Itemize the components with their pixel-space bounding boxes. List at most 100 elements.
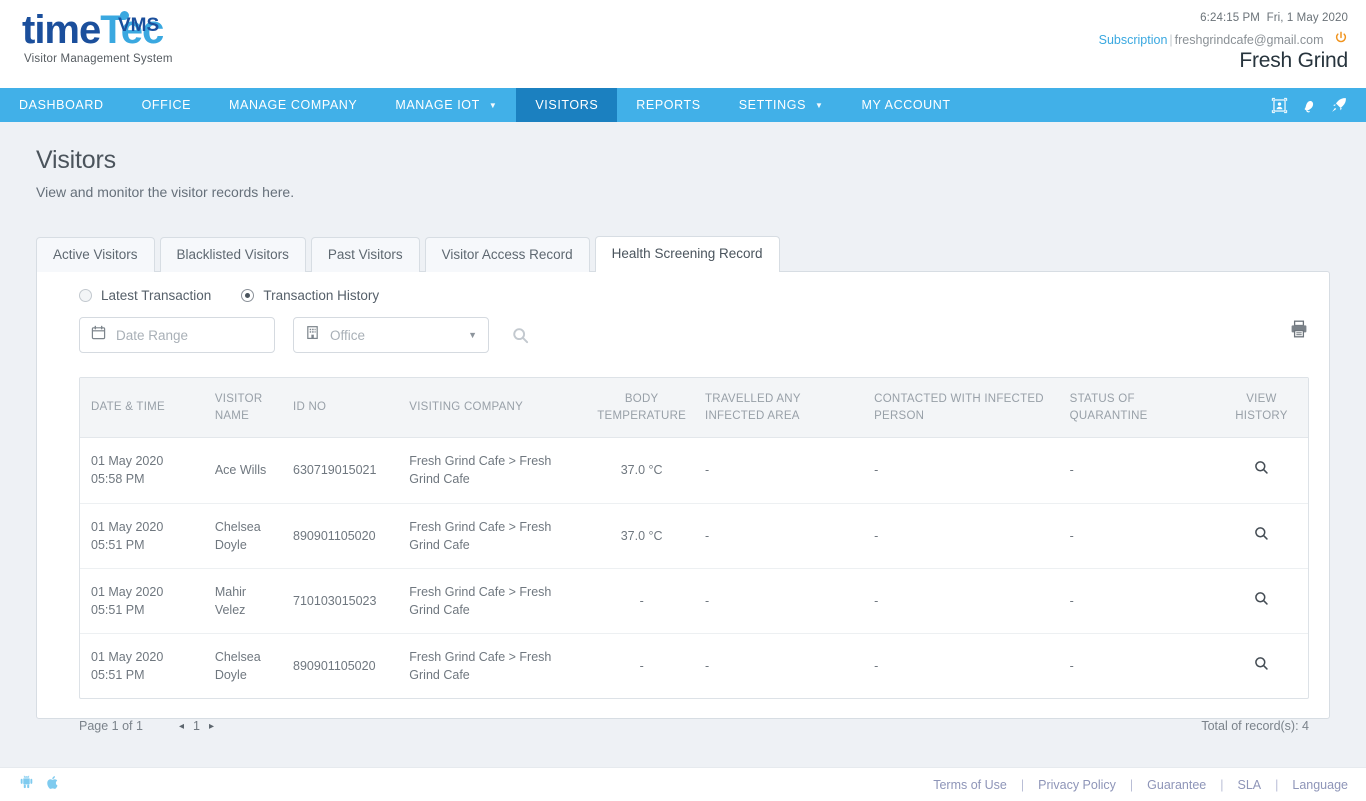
table-row[interactable]: 01 May 2020 05:58 PM Ace Wills 630719015… (80, 438, 1308, 503)
footer-separator: | (1275, 777, 1279, 792)
footer-link-sla[interactable]: SLA (1237, 778, 1261, 792)
table-row[interactable]: 01 May 2020 05:51 PM Chelsea Doyle 89090… (80, 633, 1308, 699)
nav-label: VISITORS (535, 98, 599, 112)
view-history-button[interactable] (1253, 655, 1270, 677)
nav-item-visitors[interactable]: VISITORS (516, 88, 618, 122)
page-content: Visitors View and monitor the visitor re… (0, 122, 1366, 767)
cell-view-history (1215, 438, 1308, 503)
cell-visiting-company: Fresh Grind Cafe > Fresh Grind Cafe (401, 502, 587, 569)
footer-separator: | (1220, 777, 1224, 792)
nav-item-office[interactable]: OFFICE (123, 88, 210, 122)
nav-item-manage-iot[interactable]: MANAGE IOT ▼ (376, 88, 516, 122)
app-logo[interactable]: timeTec VMS Visitor Management System (22, 8, 173, 65)
cell-date: 01 May 2020 (91, 584, 164, 599)
tab-active-visitors[interactable]: Active Visitors (36, 237, 155, 272)
footer-link-terms-of-use[interactable]: Terms of Use (933, 778, 1007, 792)
table-row[interactable]: 01 May 2020 05:51 PM Mahir Velez 7101030… (80, 567, 1308, 634)
android-icon[interactable] (18, 774, 35, 796)
radio-label: Transaction History (263, 288, 380, 303)
cell-contacted: - (866, 567, 1062, 634)
cell-time: 05:51 PM (91, 668, 145, 683)
cell-visitor-name: Ace Wills (214, 463, 267, 478)
header-separator: | (1169, 33, 1173, 47)
nav-item-my-account[interactable]: MY ACCOUNT (843, 88, 970, 122)
search-icon (1255, 592, 1268, 605)
radio-label: Latest Transaction (101, 288, 212, 303)
office-select[interactable]: Office ▼ (293, 317, 489, 353)
nav-item-reports[interactable]: REPORTS (617, 88, 719, 122)
table-body: 01 May 2020 05:58 PM Ace Wills 630719015… (80, 438, 1308, 699)
bell-icon[interactable] (1300, 96, 1318, 114)
subscription-link[interactable]: Subscription (1099, 33, 1168, 47)
tab-past-visitors[interactable]: Past Visitors (310, 237, 420, 272)
apple-icon[interactable] (45, 774, 61, 796)
tab-visitor-access-record[interactable]: Visitor Access Record (424, 237, 590, 272)
previous-page-button[interactable]: ◂ (179, 721, 184, 732)
page-title: Visitors (36, 146, 116, 174)
date-range-input[interactable]: Date Range (79, 317, 275, 353)
logo-badge-vms: VMS (118, 15, 160, 36)
building-icon (305, 325, 320, 345)
cell-travelled: - (705, 463, 710, 478)
cell-date: 01 May 2020 (91, 519, 164, 534)
nav-item-dashboard[interactable]: DASHBOARD (0, 88, 123, 122)
company-name: Fresh Grind (1239, 49, 1348, 72)
cell-body-temperature: 37.0 °C (620, 463, 663, 478)
calendar-icon (91, 325, 106, 345)
cell-body-temperature: - (586, 567, 698, 634)
footer-separator: | (1020, 777, 1025, 792)
cell-id-no: 890901105020 (285, 633, 402, 699)
cell-id-no: 890901105020 (285, 502, 402, 569)
cell-date-time: 01 May 2020 05:51 PM (80, 567, 207, 634)
table-row[interactable]: 01 May 2020 05:51 PM Chelsea Doyle 89090… (80, 502, 1308, 569)
radio-latest-transaction[interactable]: Latest Transaction (79, 288, 211, 303)
view-history-button[interactable] (1253, 590, 1270, 612)
cell-visiting-company: Fresh Grind Cafe > Fresh Grind Cafe (401, 633, 587, 699)
rocket-icon[interactable] (1330, 96, 1348, 114)
nav-icon-group (1271, 88, 1348, 122)
cell-travelled: - (697, 502, 867, 569)
cell-quarantine: - (1069, 463, 1074, 478)
cell-id-no: 710103015023 (285, 567, 402, 634)
header-right-cluster: 6:24:15 PM Fri, 1 May 2020 Subscription |… (1099, 12, 1349, 73)
app-header: timeTec VMS Visitor Management System 6:… (0, 0, 1366, 88)
power-icon[interactable] (1334, 31, 1348, 48)
nav-item-manage-company[interactable]: MANAGE COMPANY (210, 88, 376, 122)
total-records-label: Total of record(s): 4 (1201, 719, 1309, 734)
page-number-1[interactable]: 1 (193, 719, 200, 733)
col-view-history: VIEW HISTORY (1214, 378, 1308, 439)
chevron-down-icon: ▼ (815, 100, 824, 110)
nav-item-settings[interactable]: SETTINGS ▼ (720, 88, 843, 122)
logo-subtitle: Visitor Management System (24, 53, 173, 65)
footer-link-guarantee[interactable]: Guarantee (1147, 778, 1206, 792)
print-button[interactable] (1289, 319, 1309, 344)
header-date: Fri, 1 May 2020 (1266, 12, 1348, 24)
next-page-button[interactable]: ▸ (209, 721, 214, 732)
header-time: 6:24:15 PM (1200, 12, 1260, 24)
col-travelled-infected-area: TRAVELLED ANY INFECTED AREA (697, 378, 867, 439)
chevron-down-icon: ▼ (468, 330, 477, 340)
cell-date-time: 01 May 2020 05:51 PM (80, 502, 207, 569)
col-body-temperature: BODY TEMPERATURE (586, 378, 698, 439)
view-history-button[interactable] (1253, 459, 1270, 481)
radio-indicator (79, 289, 92, 302)
cell-visitor-name: Mahir Velez (206, 567, 286, 634)
tab-blacklisted-visitors[interactable]: Blacklisted Visitors (159, 237, 306, 272)
radio-transaction-history[interactable]: Transaction History (241, 288, 379, 303)
main-navigation: DASHBOARD OFFICE MANAGE COMPANY MANAGE I… (0, 88, 1366, 122)
cell-travelled: - (697, 567, 867, 634)
footer-link-privacy-policy[interactable]: Privacy Policy (1038, 778, 1116, 792)
cell-contacted: - (866, 502, 1062, 569)
footer-link-language[interactable]: Language (1292, 778, 1348, 792)
table-head: DATE & TIME VISITOR NAME ID NO VISITING … (80, 378, 1308, 439)
cell-view-history (1214, 633, 1308, 699)
table-header-row: DATE & TIME VISITOR NAME ID NO VISITING … (80, 378, 1308, 439)
chevron-down-icon: ▼ (488, 100, 498, 110)
view-history-button[interactable] (1253, 525, 1270, 547)
id-card-icon[interactable] (1271, 97, 1288, 114)
search-button[interactable] (511, 326, 530, 345)
tab-health-screening-record[interactable]: Health Screening Record (594, 236, 780, 272)
cell-contacted: - (866, 633, 1062, 699)
nav-label: DASHBOARD (19, 98, 104, 112)
cell-quarantine: - (1061, 502, 1215, 569)
